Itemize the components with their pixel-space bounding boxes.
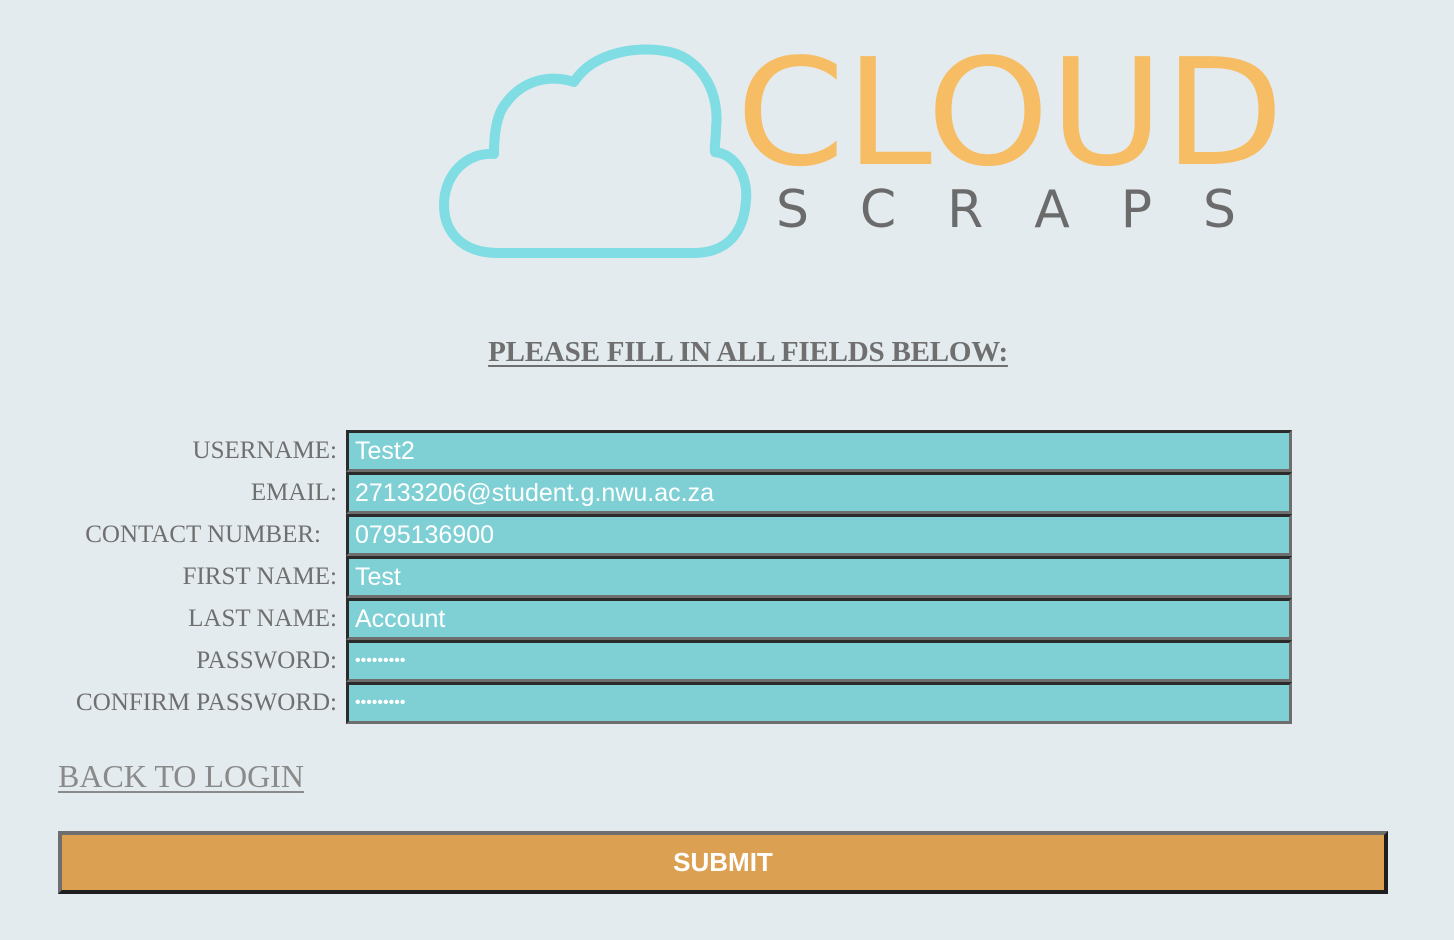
logo-word-top: CLOUD <box>736 40 1284 199</box>
signup-page: CLOUD S C R A P S PLEASE FILL IN ALL FIE… <box>0 0 1454 940</box>
cloud-icon <box>439 44 752 258</box>
last-name-field[interactable] <box>346 598 1292 640</box>
confirm-password-field[interactable] <box>346 682 1292 724</box>
confirm-password-label: CONFIRM PASSWORD: <box>76 689 337 716</box>
back-to-login-link[interactable]: BACK TO LOGIN <box>58 758 304 795</box>
submit-button[interactable]: SUBMIT <box>58 831 1388 894</box>
password-field[interactable] <box>346 640 1292 682</box>
password-label: PASSWORD: <box>196 647 337 674</box>
username-label: USERNAME: <box>192 437 337 464</box>
email-field[interactable] <box>346 472 1292 514</box>
form-instructions-heading: PLEASE FILL IN ALL FIELDS BELOW: <box>488 336 1008 368</box>
first-name-label: FIRST NAME: <box>182 563 337 590</box>
contact-number-label: CONTACT NUMBER: <box>85 521 321 548</box>
last-name-label: LAST NAME: <box>188 605 337 632</box>
cloud-scraps-logo: CLOUD S C R A P S <box>438 40 1298 265</box>
contact-number-field[interactable] <box>346 514 1292 556</box>
first-name-field[interactable] <box>346 556 1292 598</box>
username-field[interactable] <box>346 430 1292 472</box>
email-label: EMAIL: <box>250 479 337 506</box>
